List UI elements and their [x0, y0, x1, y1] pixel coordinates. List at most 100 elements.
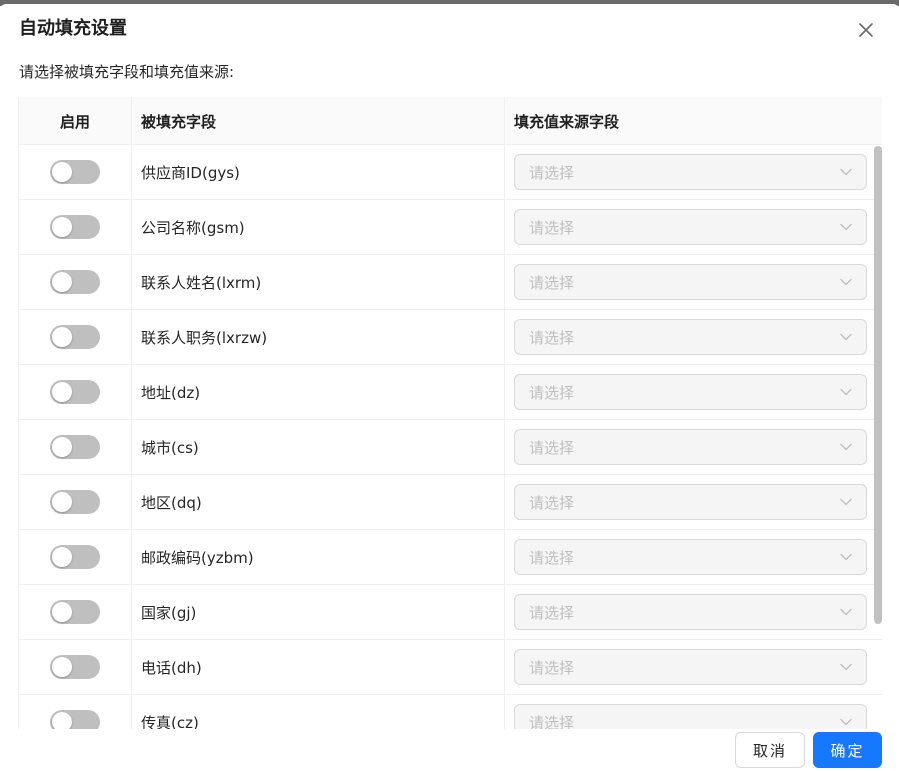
- enable-switch[interactable]: [50, 270, 100, 294]
- source-field-cell: 请选择: [505, 200, 876, 254]
- target-field-cell: 联系人姓名(lxrm): [132, 255, 505, 309]
- source-field-cell: 请选择: [505, 530, 876, 584]
- switch-knob: [52, 382, 72, 402]
- table-header: 启用 被填充字段 填充值来源字段: [19, 97, 882, 145]
- cancel-button[interactable]: 取消: [735, 732, 805, 768]
- source-field-cell: 请选择: [505, 365, 876, 419]
- table-row: 城市(cs) 请选择: [19, 420, 882, 475]
- enable-cell: [19, 255, 132, 309]
- chevron-down-icon: [840, 498, 852, 506]
- select-placeholder: 请选择: [529, 328, 575, 347]
- chevron-down-icon: [840, 443, 852, 451]
- target-field-label: 城市(cs): [141, 438, 199, 457]
- target-field-label: 供应商ID(gys): [141, 163, 240, 182]
- table-row: 供应商ID(gys) 请选择: [19, 145, 882, 200]
- source-field-cell: 请选择: [505, 145, 876, 199]
- table-row: 地址(dz) 请选择: [19, 365, 882, 420]
- target-field-label: 电话(dh): [141, 658, 202, 677]
- select-placeholder: 请选择: [529, 383, 575, 402]
- header-source-field: 填充值来源字段: [514, 112, 620, 131]
- table-row: 地区(dq) 请选择: [19, 475, 882, 530]
- chevron-down-icon: [840, 553, 852, 561]
- enable-switch[interactable]: [50, 215, 100, 239]
- enable-cell: [19, 200, 132, 254]
- source-field-select[interactable]: 请选择: [514, 704, 867, 729]
- enable-cell: [19, 365, 132, 419]
- switch-knob: [52, 437, 72, 457]
- table-row: 联系人姓名(lxrm) 请选择: [19, 255, 882, 310]
- enable-switch[interactable]: [50, 380, 100, 404]
- enable-cell: [19, 695, 132, 729]
- switch-knob: [52, 602, 72, 622]
- target-field-label: 国家(gj): [141, 603, 197, 622]
- source-field-select[interactable]: 请选择: [514, 649, 867, 685]
- dialog-subtitle: 请选择被填充字段和填充值来源:: [19, 63, 235, 81]
- select-placeholder: 请选择: [529, 273, 575, 292]
- target-field-cell: 供应商ID(gys): [132, 145, 505, 199]
- table-row: 国家(gj) 请选择: [19, 585, 882, 640]
- switch-knob: [52, 162, 72, 182]
- select-placeholder: 请选择: [529, 163, 575, 182]
- chevron-down-icon: [840, 663, 852, 671]
- source-field-select[interactable]: 请选择: [514, 594, 867, 630]
- source-field-cell: 请选择: [505, 585, 876, 639]
- enable-switch[interactable]: [50, 490, 100, 514]
- table-row: 联系人职务(lxrzw) 请选择: [19, 310, 882, 365]
- source-field-select[interactable]: 请选择: [514, 209, 867, 245]
- target-field-label: 联系人职务(lxrzw): [141, 328, 268, 347]
- enable-switch[interactable]: [50, 545, 100, 569]
- source-field-select[interactable]: 请选择: [514, 319, 867, 355]
- target-field-label: 地址(dz): [141, 383, 201, 402]
- source-field-select[interactable]: 请选择: [514, 154, 867, 190]
- target-field-cell: 联系人职务(lxrzw): [132, 310, 505, 364]
- enable-switch[interactable]: [50, 160, 100, 184]
- enable-cell: [19, 145, 132, 199]
- target-field-cell: 电话(dh): [132, 640, 505, 694]
- target-field-label: 传真(cz): [141, 713, 199, 730]
- select-placeholder: 请选择: [529, 603, 575, 622]
- enable-switch[interactable]: [50, 600, 100, 624]
- target-field-cell: 公司名称(gsm): [132, 200, 505, 254]
- ok-button[interactable]: 确定: [813, 732, 882, 768]
- header-target-field: 被填充字段: [132, 97, 505, 145]
- enable-switch[interactable]: [50, 710, 100, 729]
- chevron-down-icon: [840, 388, 852, 396]
- source-field-select[interactable]: 请选择: [514, 484, 867, 520]
- enable-switch[interactable]: [50, 655, 100, 679]
- enable-switch[interactable]: [50, 325, 100, 349]
- source-field-select[interactable]: 请选择: [514, 539, 867, 575]
- switch-knob: [52, 272, 72, 292]
- dialog-title: 自动填充设置: [19, 18, 127, 39]
- source-field-select[interactable]: 请选择: [514, 374, 867, 410]
- target-field-cell: 地址(dz): [132, 365, 505, 419]
- switch-knob: [52, 217, 72, 237]
- source-field-cell: 请选择: [505, 255, 876, 309]
- source-field-select[interactable]: 请选择: [514, 264, 867, 300]
- enable-cell: [19, 585, 132, 639]
- select-placeholder: 请选择: [529, 493, 575, 512]
- target-field-cell: 国家(gj): [132, 585, 505, 639]
- table-row: 邮政编码(yzbm) 请选择: [19, 530, 882, 585]
- select-placeholder: 请选择: [529, 713, 575, 730]
- target-field-label: 公司名称(gsm): [141, 218, 245, 237]
- enable-cell: [19, 530, 132, 584]
- table-row: 电话(dh) 请选择: [19, 640, 882, 695]
- source-field-select[interactable]: 请选择: [514, 429, 867, 465]
- enable-switch[interactable]: [50, 435, 100, 459]
- chevron-down-icon: [840, 333, 852, 341]
- chevron-down-icon: [840, 718, 852, 726]
- enable-cell: [19, 420, 132, 474]
- table-scrollbar[interactable]: [874, 146, 882, 624]
- switch-knob: [52, 657, 72, 677]
- close-button[interactable]: [854, 18, 878, 42]
- enable-cell: [19, 310, 132, 364]
- chevron-down-icon: [840, 168, 852, 176]
- table-row: 传真(cz) 请选择: [19, 695, 882, 729]
- target-field-label: 联系人姓名(lxrm): [141, 273, 262, 292]
- header-enable: 启用: [19, 97, 132, 145]
- target-field-cell: 传真(cz): [132, 695, 505, 729]
- select-placeholder: 请选择: [529, 658, 575, 677]
- table-body: 供应商ID(gys) 请选择 公司名称(gsm) 请选择 联系人姓名(lxrm) 请选择联…: [19, 145, 882, 729]
- source-field-cell: 请选择: [505, 695, 876, 729]
- select-placeholder: 请选择: [529, 218, 575, 237]
